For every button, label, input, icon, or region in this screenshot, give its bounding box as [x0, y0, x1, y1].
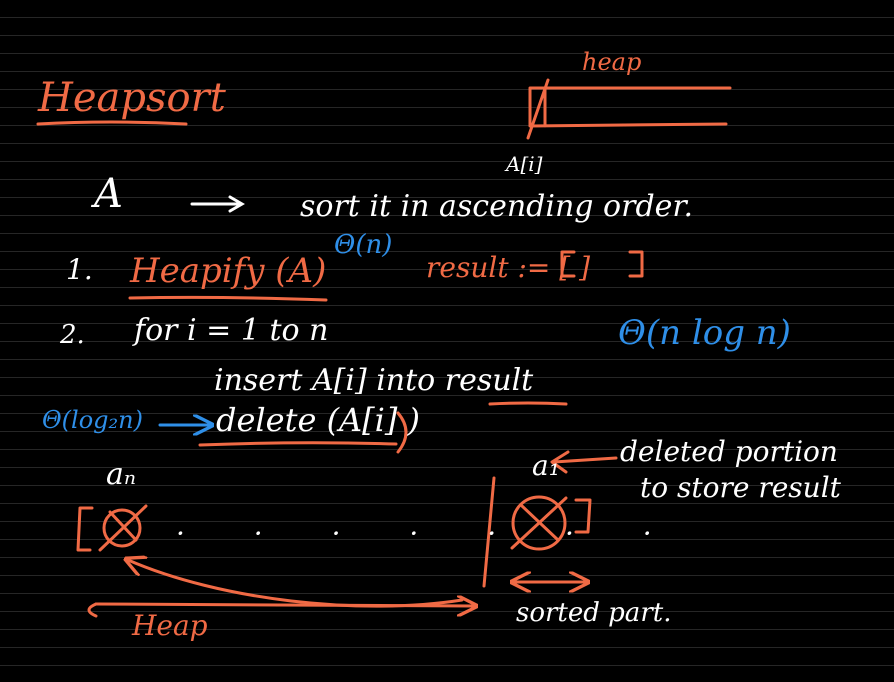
ellipsis-dots: · · · · · · ·	[176, 517, 682, 550]
sort-arrow	[190, 195, 245, 213]
swap-curve	[128, 560, 464, 608]
delete-call: delete (A[i] )	[216, 401, 421, 439]
heapify-underline	[128, 295, 328, 302]
array-left-bracket	[76, 506, 94, 552]
heap-box	[528, 86, 732, 128]
heap-label: heap	[582, 48, 642, 76]
page-title: Heapsort	[38, 75, 226, 121]
for-loop: for i = 1 to n	[134, 313, 329, 348]
step2-number: 2.	[60, 320, 85, 350]
note-line-1: deleted portion	[620, 435, 838, 468]
heap-extent-arrow	[94, 604, 474, 606]
delete-cost: Θ(log₂n)	[42, 406, 143, 434]
result-init: result := [ ]	[426, 251, 591, 284]
whiteboard-canvas: Heapsort heap A[i] A sort it in ascendin…	[0, 0, 894, 682]
heapify-cost: Θ(n)	[334, 230, 393, 260]
note-line-2: to store result	[640, 471, 841, 504]
sorted-region-label: sorted part.	[516, 598, 672, 628]
insert-line: insert A[i] into result	[214, 363, 534, 398]
delete-underline	[198, 441, 398, 447]
a1-label: a₁	[532, 449, 560, 482]
title-underline	[36, 120, 188, 126]
array-a: A	[94, 171, 123, 217]
total-cost: Θ(n log n)	[618, 313, 791, 353]
index-label: A[i]	[506, 152, 543, 176]
step1-number: 1.	[66, 253, 93, 286]
heap-region-label: Heap	[132, 609, 208, 642]
sort-text: sort it in ascending order.	[300, 189, 693, 224]
heapify-call: Heapify (A)	[130, 251, 327, 291]
an-label: aₙ	[106, 457, 137, 492]
note-arrow	[550, 450, 618, 474]
result-underline	[488, 401, 568, 406]
